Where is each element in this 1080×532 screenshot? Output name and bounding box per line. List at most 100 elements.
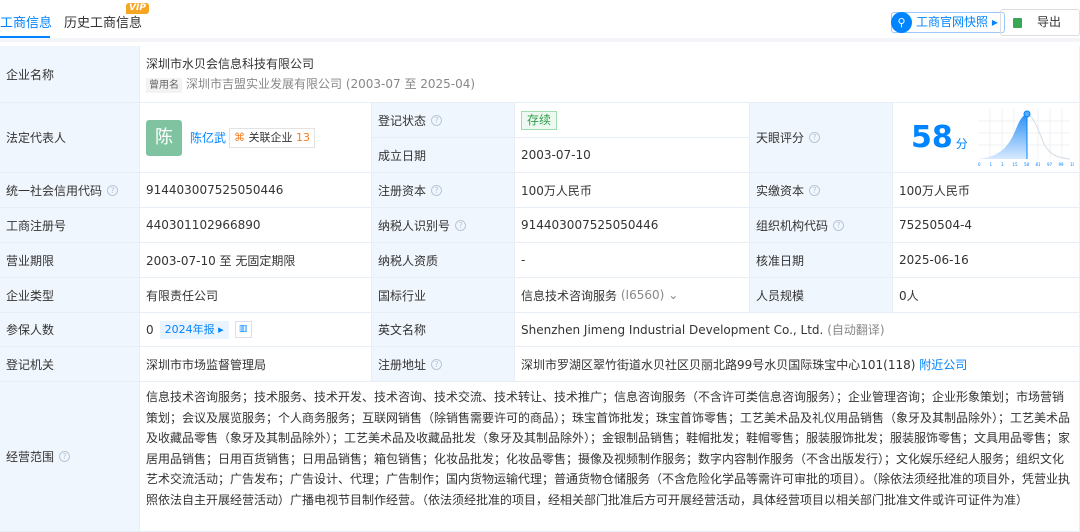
former-name: 深圳市吉盟实业发展有限公司 (2003-07 至 2025-04) <box>186 77 476 91</box>
reg-capital-label-text: 注册资本 <box>378 183 427 198</box>
help-icon[interactable]: ? <box>455 219 467 231</box>
label-type: 企业类型 <box>0 278 140 313</box>
chart-icon[interactable]: ▥ <box>234 321 252 338</box>
score-axis-tick: 0 <box>978 162 981 167</box>
en-name-cell: Shenzhen Jimeng Industrial Development C… <box>515 313 1080 347</box>
score-cell: 58分 0131558819799100 <box>893 103 1080 173</box>
score-label-text: 天眼评分 <box>756 131 805 145</box>
export-label: 导出 <box>1037 15 1062 29</box>
excel-icon <box>1013 18 1022 28</box>
legal-rep-link[interactable]: 陈亿武 <box>190 129 226 146</box>
help-icon[interactable]: ? <box>809 132 821 143</box>
status-label-text: 登记状态 <box>378 113 427 128</box>
tab-bar: 工商信息 历史工商信息 VIP ⚲ 工商官网快照 ▸ 导出 <box>0 0 1080 42</box>
snapshot-button[interactable]: ⚲ 工商官网快照 ▸ <box>891 12 1005 33</box>
annual-report-button[interactable]: 2024年报 ▸ <box>159 320 229 339</box>
score-marker <box>1023 110 1031 117</box>
score-axis-tick: 81 <box>1035 162 1041 167</box>
stamp-icon: ⚲ <box>891 12 912 33</box>
industry-dropdown[interactable]: 信息技术咨询服务 (I6560) ⌄ <box>515 278 750 313</box>
org-code: 75250504-4 <box>893 208 1080 243</box>
tax-id: 914403007525050446 <box>515 208 750 243</box>
label-scope: 经营范围? <box>0 382 140 532</box>
label-founded: 成立日期 <box>372 138 515 173</box>
address-cell: 深圳市罗湖区翠竹街道水贝社区贝丽北路99号水贝国际珠宝中心101(118) 附近… <box>515 347 1080 382</box>
company-name-cell: 深圳市水贝会信息科技有限公司 曾用名 深圳市吉盟实业发展有限公司 (2003-07… <box>140 46 1080 103</box>
label-org-code: 组织机构代码? <box>750 208 893 243</box>
score-axis-tick: 99 <box>1058 162 1064 167</box>
help-icon[interactable]: ? <box>59 451 71 462</box>
score-axis-tick: 3 <box>1001 162 1004 167</box>
help-icon[interactable]: ? <box>833 219 845 231</box>
report-label: 2024年报 <box>164 322 215 336</box>
label-staff: 人员规模 <box>750 278 893 313</box>
label-legal: 法定代表人 <box>0 103 140 173</box>
score-axis-tick: 97 <box>1047 162 1053 167</box>
paid-capital-label-text: 实缴资本 <box>756 183 805 198</box>
nearby-companies-link[interactable]: 附近公司 <box>919 356 967 373</box>
label-tax-id: 纳税人识别号? <box>372 208 515 243</box>
term: 2003-07-10 至 无固定期限 <box>140 243 372 278</box>
score-axis-tick: 100 <box>1070 162 1074 167</box>
credit-code: 914403007525050446 <box>140 173 372 208</box>
en-name: Shenzhen Jimeng Industrial Development C… <box>521 322 824 337</box>
avatar: 陈 <box>146 119 182 156</box>
help-icon[interactable]: ? <box>107 184 119 196</box>
score-unit: 分 <box>955 137 968 151</box>
vip-badge: VIP <box>126 3 149 14</box>
founded-date: 2003-07-10 <box>515 138 750 173</box>
label-credit: 统一社会信用代码? <box>0 173 140 208</box>
help-icon[interactable]: ? <box>431 358 443 370</box>
tab-history-info[interactable]: 历史工商信息 <box>64 12 142 31</box>
label-authority: 登记机关 <box>0 347 140 382</box>
help-icon[interactable]: ? <box>809 184 821 196</box>
company-type: 有限责任公司 <box>140 278 372 313</box>
score-axis-tick: 15 <box>1012 162 1018 167</box>
label-term: 营业期限 <box>0 243 140 278</box>
related-companies-button[interactable]: ⌘ 关联企业 13 <box>229 127 316 148</box>
staff-size: 0人 <box>893 278 1080 313</box>
address-label-text: 注册地址 <box>378 357 427 372</box>
label-approve: 核准日期 <box>750 243 893 278</box>
tax-qual: - <box>515 243 750 278</box>
label-industry: 国标行业 <box>372 278 515 313</box>
score-distribution-chart: 0 1 3 15 58 81 97 99 100 <box>977 108 1074 167</box>
approve-date: 2025-06-16 <box>893 243 1080 278</box>
label-reg-capital: 注册资本? <box>372 173 515 208</box>
tab-business-info[interactable]: 工商信息 <box>0 12 52 38</box>
credit-label-text: 统一社会信用代码 <box>6 183 103 198</box>
help-icon[interactable]: ? <box>431 114 443 126</box>
label-paid-capital: 实缴资本? <box>750 173 893 208</box>
export-button[interactable]: 导出 <box>1000 9 1080 36</box>
label-status: 登记状态? <box>372 103 515 138</box>
status-cell: 存续 <box>515 103 750 138</box>
paid-capital: 100万人民币 <box>893 173 1080 208</box>
insured-count: 0 <box>146 322 154 337</box>
score-axis-tick: 1 <box>989 162 992 167</box>
reg-no: 440301102966890 <box>140 208 372 243</box>
label-en-name: 英文名称 <box>372 313 515 347</box>
org-code-label-text: 组织机构代码 <box>756 218 829 233</box>
scope-label-text: 经营范围 <box>6 450 55 464</box>
label-reg-no: 工商注册号 <box>0 208 140 243</box>
legal-rep-cell: 陈 陈亿武 ⌘ 关联企业 13 <box>140 103 372 173</box>
label-score: 天眼评分? <box>750 103 893 173</box>
label-insured: 参保人数 <box>0 313 140 347</box>
assoc-label: 关联企业 <box>248 130 293 144</box>
insured-cell: 0 2024年报 ▸ ▥ <box>140 313 372 347</box>
status-badge: 存续 <box>521 110 558 130</box>
authority: 深圳市市场监督管理局 <box>140 347 372 382</box>
reg-capital: 100万人民币 <box>515 173 750 208</box>
business-scope: 信息技术咨询服务；技术服务、技术开发、技术咨询、技术交流、技术转让、技术推广；信… <box>140 382 1080 532</box>
tax-id-label-text: 纳税人识别号 <box>378 218 451 233</box>
former-name-tag: 曾用名 <box>146 78 182 93</box>
assoc-count: 13 <box>296 130 311 144</box>
address: 深圳市罗湖区翠竹街道水贝社区贝丽北路99号水贝国际珠宝中心101(118) <box>521 357 916 372</box>
label-address: 注册地址? <box>372 347 515 382</box>
label-name: 企业名称 <box>0 46 140 103</box>
auto-translate-note: (自动翻译) <box>827 323 885 337</box>
industry-code: (I6560) <box>620 288 665 302</box>
chevron-down-icon: ⌄ <box>668 288 679 302</box>
help-icon[interactable]: ? <box>431 184 443 196</box>
score-value: 58 <box>911 120 953 155</box>
